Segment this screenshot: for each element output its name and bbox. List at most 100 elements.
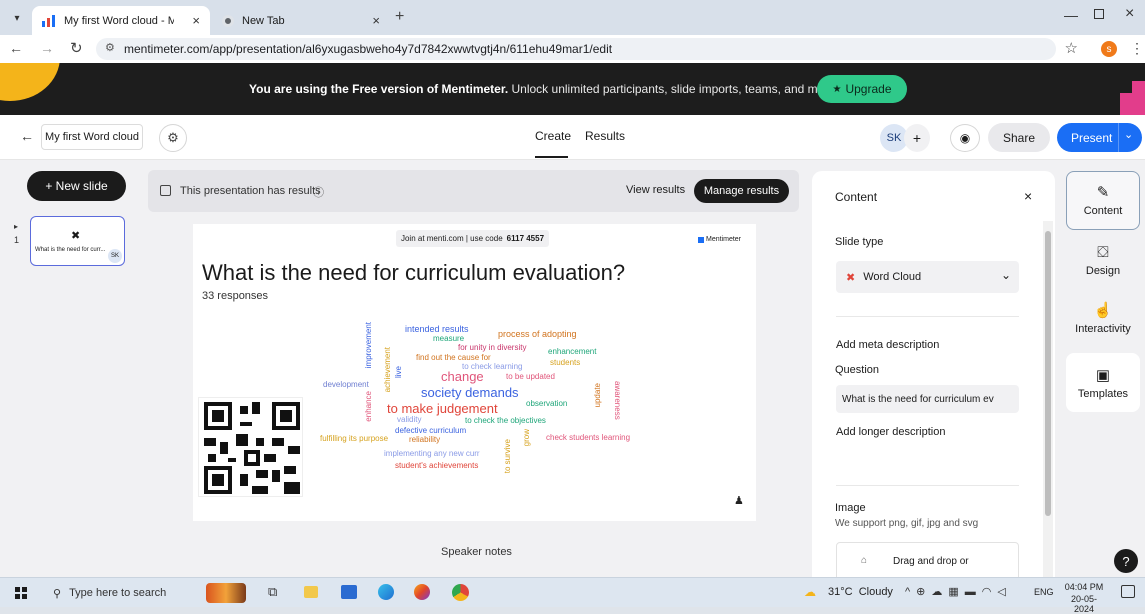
weather-text[interactable]: 31°C Cloudy xyxy=(828,586,893,598)
tab-mentimeter[interactable]: My first Word cloud - Mentimeter × xyxy=(32,6,210,35)
file-explorer-icon[interactable] xyxy=(304,586,318,598)
firefox-icon[interactable] xyxy=(414,584,430,600)
sidebar-label: Templates xyxy=(1077,388,1129,400)
decorative-steps xyxy=(1132,81,1145,93)
mail-icon[interactable] xyxy=(341,585,357,599)
banner-lead: You are using the Free version of Mentim… xyxy=(249,82,509,96)
back-arrow-icon[interactable]: ← xyxy=(20,128,34,144)
clock-date: 20-05-2024 xyxy=(1070,594,1097,614)
sidebar-item-content-inner[interactable]: ✎ Content xyxy=(1068,182,1138,217)
reload-icon[interactable]: ↻ xyxy=(70,39,83,57)
word-cloud-icon: ✖ xyxy=(71,230,81,242)
content-panel: Content × Slide type ✖ Word Cloud ⌄ Add … xyxy=(812,171,1055,577)
sidebar-label: Design xyxy=(1085,265,1121,277)
sidebar-item-templates[interactable]: ▣ Templates xyxy=(1068,365,1138,400)
slide-canvas[interactable]: Join at menti.com | use code 6117 4557 M… xyxy=(193,224,756,521)
view-results-link[interactable]: View results xyxy=(626,184,685,196)
manage-results-button[interactable]: Manage results xyxy=(694,179,789,203)
word-cloud-icon: ✖ xyxy=(846,271,856,284)
sidebar-item-interactivity[interactable]: ☝ Interactivity xyxy=(1068,300,1138,335)
back-arrow-icon[interactable]: ← xyxy=(9,40,23,56)
add-longer-description-link[interactable]: Add longer description xyxy=(836,426,945,438)
image-dropzone[interactable]: ⌂ Drag and drop or xyxy=(836,542,1019,577)
editor-workspace: + New slide ▸ 1 ✖ What is the need for c… xyxy=(0,160,1145,577)
minimize-window-icon[interactable]: — xyxy=(1064,7,1078,23)
clock[interactable]: 04:04 PM 20-05-2024 xyxy=(1062,582,1106,614)
close-tab-icon[interactable]: × xyxy=(372,13,380,28)
taskbar-search[interactable]: ⚲ Type here to search xyxy=(45,579,200,607)
join-code-box: Join at menti.com | use code 6117 4557 xyxy=(396,230,549,247)
slide-type-select[interactable]: ✖ Word Cloud ⌄ xyxy=(836,261,1019,293)
new-tab-plus-icon[interactable]: + xyxy=(395,8,404,26)
edge-browser-icon[interactable] xyxy=(378,584,394,600)
maximize-window-icon[interactable] xyxy=(1094,9,1104,19)
word: defective curriculum xyxy=(395,426,467,435)
profile-avatar[interactable]: s xyxy=(1101,41,1117,57)
close-window-icon[interactable]: × xyxy=(1125,5,1134,23)
browser-tab-strip: ▾ My first Word cloud - Mentimeter × New… xyxy=(0,0,1145,35)
slide-thumbnail[interactable]: ✖ What is the need for curr... SK xyxy=(30,216,125,266)
word: check students learning xyxy=(546,433,631,442)
tab-new-tab[interactable]: New Tab × xyxy=(212,6,390,35)
upgrade-button[interactable]: ★ Upgrade xyxy=(817,75,907,103)
chevron-down-icon[interactable]: ⌄ xyxy=(1124,128,1133,141)
presentation-title-input[interactable]: My first Word cloud xyxy=(41,124,143,150)
windows-start-icon[interactable] xyxy=(15,587,27,599)
panel-scrollbar[interactable] xyxy=(1043,221,1053,577)
tab-create[interactable]: Create xyxy=(535,129,571,143)
question-input[interactable]: What is the need for curriculum ev xyxy=(836,385,1019,413)
speaker-notes-label[interactable]: Speaker notes xyxy=(441,546,512,558)
word: fulfilling its purpose xyxy=(320,434,389,443)
new-slide-button[interactable]: + New slide xyxy=(27,171,126,201)
add-collaborator-icon[interactable]: + xyxy=(904,124,930,152)
word: for unity in diversity xyxy=(458,343,527,352)
share-button[interactable]: Share xyxy=(988,123,1050,152)
search-placeholder: Type here to search xyxy=(69,587,167,599)
join-code: 6117 4557 xyxy=(506,234,545,243)
slide-expand-icon[interactable]: ▸ xyxy=(14,222,18,231)
settings-gear-icon[interactable]: ⚙ xyxy=(159,124,187,152)
system-tray-icons[interactable]: ^⊕☁▦▬◠◁ xyxy=(905,585,1012,598)
word: enhance xyxy=(364,391,373,422)
tab-search-icon[interactable]: ▾ xyxy=(8,10,26,26)
star-icon: ★ xyxy=(832,83,842,95)
sidebar-item-design[interactable]: ⛋ Design xyxy=(1068,242,1138,278)
editor-header: ← My first Word cloud ⚙ Create Results S… xyxy=(0,115,1145,160)
bookmark-star-icon[interactable]: ☆ xyxy=(1065,39,1078,57)
tab-title: My first Word cloud - Mentimeter xyxy=(64,14,174,27)
decorative-steps xyxy=(1120,93,1145,115)
word: observation xyxy=(526,399,568,408)
close-panel-icon[interactable]: × xyxy=(1024,188,1032,204)
browser-menu-icon[interactable]: ⋮ xyxy=(1130,40,1144,57)
forward-arrow-icon[interactable]: → xyxy=(40,40,54,56)
word: grow xyxy=(522,429,531,447)
address-bar[interactable]: ⚙ mentimeter.com/app/presentation/al6yxu… xyxy=(96,38,1078,60)
word: measure xyxy=(433,334,465,343)
present-button[interactable]: Present ⌄ xyxy=(1057,123,1142,152)
close-tab-icon[interactable]: × xyxy=(192,13,200,28)
word: to make judgement xyxy=(387,401,498,416)
chart-icon xyxy=(160,185,171,196)
chevron-down-icon: ⌄ xyxy=(1001,268,1012,282)
mentimeter-logo-icon xyxy=(698,236,704,243)
url-text: mentimeter.com/app/presentation/al6yxuga… xyxy=(124,42,613,56)
present-divider xyxy=(1118,123,1119,152)
word: awareness xyxy=(613,381,622,420)
chrome-taskbar-icon[interactable] xyxy=(452,584,469,601)
info-icon[interactable]: ⓘ xyxy=(313,184,324,200)
taskbar-promo-icon[interactable] xyxy=(206,583,246,603)
add-meta-description-link[interactable]: Add meta description xyxy=(836,339,939,351)
language-indicator[interactable]: ENG xyxy=(1034,587,1054,597)
help-icon[interactable]: ? xyxy=(1114,549,1138,573)
preview-eye-icon[interactable]: ◉ xyxy=(950,124,980,152)
site-settings-icon[interactable]: ⚙ xyxy=(105,41,115,54)
notifications-icon[interactable] xyxy=(1121,585,1135,598)
tab-results[interactable]: Results xyxy=(585,129,625,143)
paint-bucket-icon: ⛋ xyxy=(1097,243,1109,261)
mentimeter-brand: Mentimeter xyxy=(698,236,741,243)
task-view-icon[interactable]: ⧉ xyxy=(268,584,277,600)
word: to survive xyxy=(503,439,512,474)
divider xyxy=(836,316,1019,317)
image-hint: We support png, gif, jpg and svg xyxy=(835,518,979,529)
word: implementing any new curr xyxy=(384,449,480,458)
